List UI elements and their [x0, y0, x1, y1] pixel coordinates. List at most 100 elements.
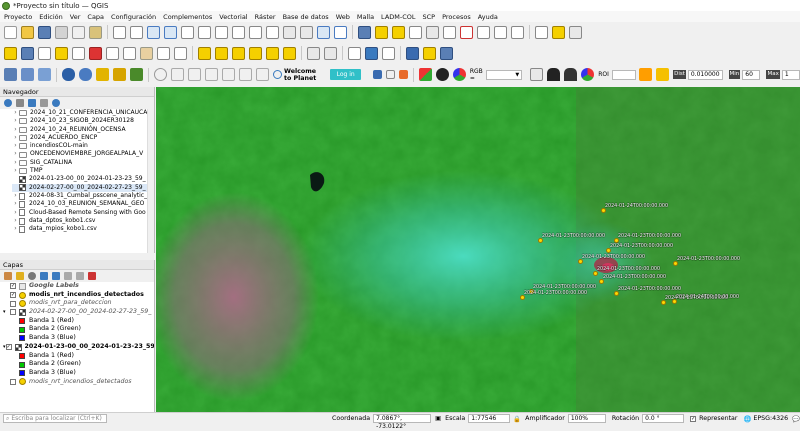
menu-item[interactable]: Capa — [87, 13, 104, 21]
add-layer-icon[interactable] — [16, 99, 24, 107]
legend-item[interactable]: Banda 1 (Red) — [3, 352, 154, 361]
menu-item[interactable]: SCP — [423, 13, 436, 21]
cut-icon[interactable] — [106, 46, 119, 60]
layout-manager-icon[interactable] — [89, 25, 102, 39]
extents-icon[interactable]: ▣ — [435, 415, 441, 422]
browser-item[interactable]: › TMP — [12, 167, 154, 175]
menu-item[interactable]: Ayuda — [478, 13, 498, 21]
vertex-tool-icon[interactable] — [72, 46, 85, 60]
save-edits-icon[interactable] — [21, 46, 34, 60]
expand-arrow-icon[interactable]: › — [12, 159, 19, 167]
browser-item[interactable]: › data_dptos_kobo1.csv — [12, 217, 154, 225]
processing-icon[interactable] — [21, 68, 34, 81]
calendar-icon[interactable] — [205, 68, 218, 81]
map-canvas[interactable]: 2024-01-24T00:00:00.000 2024-01-23T00:00:… — [156, 87, 800, 412]
zoom-selection-icon[interactable] — [232, 25, 245, 39]
menu-item[interactable]: Configuración — [111, 13, 156, 21]
paste-icon[interactable] — [140, 46, 153, 60]
expand-arrow-icon[interactable]: › — [12, 209, 19, 217]
database-icon[interactable] — [38, 68, 51, 81]
zoom-roi-icon[interactable] — [530, 68, 544, 81]
expand-arrow-icon[interactable]: › — [12, 150, 19, 158]
open-project-icon[interactable] — [21, 25, 34, 39]
menu-item[interactable]: Ráster — [255, 13, 276, 21]
menu-item[interactable]: Web — [336, 13, 350, 21]
browser-item[interactable]: › 2024_10_24_REUNIÓN_OCENSA — [12, 126, 154, 134]
roi-draw-icon[interactable] — [564, 68, 578, 81]
digitize-shape-icon[interactable] — [307, 46, 320, 60]
browser-item[interactable]: › 2024_10_03_REUNION_SEMANAL_GEO — [12, 200, 154, 208]
digitize-icon[interactable] — [4, 46, 17, 60]
settings-icon[interactable] — [569, 25, 582, 39]
pan-to-selection-icon[interactable] — [130, 25, 143, 39]
pan-icon[interactable] — [113, 25, 126, 39]
filter-icon[interactable] — [28, 99, 36, 107]
zoom-last-icon[interactable] — [249, 25, 262, 39]
basemap-icon[interactable] — [256, 68, 269, 81]
pin-label-icon[interactable] — [215, 46, 228, 60]
palette-icon[interactable] — [398, 70, 408, 79]
new-bookmark-icon[interactable] — [283, 25, 296, 39]
show-labels-icon[interactable] — [232, 46, 245, 60]
zoom-layer-icon[interactable] — [215, 25, 228, 39]
coordinate-field[interactable]: 7.0867°, -73.0122° — [373, 414, 432, 430]
expand-arrow-icon[interactable]: › — [12, 200, 19, 208]
new-project-icon[interactable] — [4, 25, 17, 39]
identify-icon[interactable] — [358, 25, 371, 39]
legend-item[interactable]: Banda 2 (Green) — [3, 325, 154, 334]
redo-icon[interactable] — [174, 46, 187, 60]
move-feature-icon[interactable] — [382, 46, 395, 60]
expand-arrow-icon[interactable]: › — [12, 117, 19, 125]
menu-item[interactable]: Vectorial — [219, 13, 247, 21]
layer-item[interactable]: ▾ 2024-02-27-00_00_2024-02-27-23_59_ — [3, 308, 154, 317]
move-label-icon[interactable] — [249, 46, 262, 60]
hammer-icon[interactable] — [130, 68, 143, 81]
rotate-label-icon[interactable] — [266, 46, 279, 60]
layer-item[interactable]: modis_nrt_para_deteccion — [3, 299, 154, 308]
layer-visibility-checkbox[interactable]: ✓ — [10, 292, 16, 299]
max-input[interactable]: 1 — [781, 69, 800, 80]
expand-arrow-icon[interactable]: › — [12, 126, 19, 134]
comment-icon[interactable] — [477, 25, 490, 39]
select-icon[interactable] — [375, 25, 388, 39]
style-icon[interactable] — [4, 272, 12, 280]
layer-item[interactable]: modis_nrt_incendios_detectados — [3, 378, 154, 387]
expand-arrow-icon[interactable]: › — [12, 109, 19, 117]
layer-item[interactable]: ▾ ✓ 2024-01-23-00_00_2024-01-23-23_59_ — [3, 343, 154, 352]
planet-login-button[interactable]: Log in — [330, 69, 361, 80]
delete-icon[interactable] — [89, 46, 102, 60]
toggle-edit-icon[interactable] — [38, 46, 51, 60]
layer-visibility-checkbox[interactable]: ✓ — [10, 283, 16, 290]
browser-item[interactable]: › 2024_ACUERDO_ENCP — [12, 134, 154, 142]
tasks-icon[interactable] — [239, 68, 252, 81]
grid-icon[interactable] — [171, 68, 184, 81]
dist-input[interactable]: 0.010000 — [687, 69, 723, 80]
browser-item[interactable]: › incendiosCOL-main — [12, 142, 154, 150]
expand-arrow-icon[interactable]: › — [12, 192, 19, 200]
menu-item[interactable]: Base de datos — [283, 13, 329, 21]
expand-arrow-icon[interactable]: › — [12, 142, 19, 150]
fingerprint-icon[interactable] — [385, 70, 395, 79]
roi-pointer-icon[interactable] — [547, 68, 561, 81]
remove-layer-icon[interactable] — [88, 272, 96, 280]
roi-classify-icon[interactable] — [581, 68, 595, 81]
filter-icon[interactable] — [52, 272, 60, 280]
print-layout-icon[interactable] — [72, 25, 85, 39]
crs-label[interactable]: EPSG:4326 — [753, 415, 788, 422]
change-label-icon[interactable] — [283, 46, 296, 60]
add-roi-icon[interactable] — [639, 68, 653, 81]
roi-select[interactable] — [611, 69, 637, 80]
menu-item[interactable]: LADM-COL — [381, 13, 415, 21]
zoom-next-icon[interactable] — [266, 25, 279, 39]
zoom-out-icon[interactable] — [164, 25, 177, 39]
undo-icon[interactable] — [157, 46, 170, 60]
collapse-all-icon[interactable] — [76, 272, 84, 280]
min-input[interactable]: 60 — [742, 69, 761, 80]
cloud-download-icon[interactable] — [79, 68, 92, 81]
save-as-icon[interactable] — [55, 25, 68, 39]
snap-icon[interactable] — [324, 46, 337, 60]
info-icon[interactable] — [365, 46, 378, 60]
search-icon[interactable] — [154, 68, 167, 81]
rotation-field[interactable]: 0.0 ° — [642, 414, 685, 423]
add-group-icon[interactable] — [16, 272, 24, 280]
